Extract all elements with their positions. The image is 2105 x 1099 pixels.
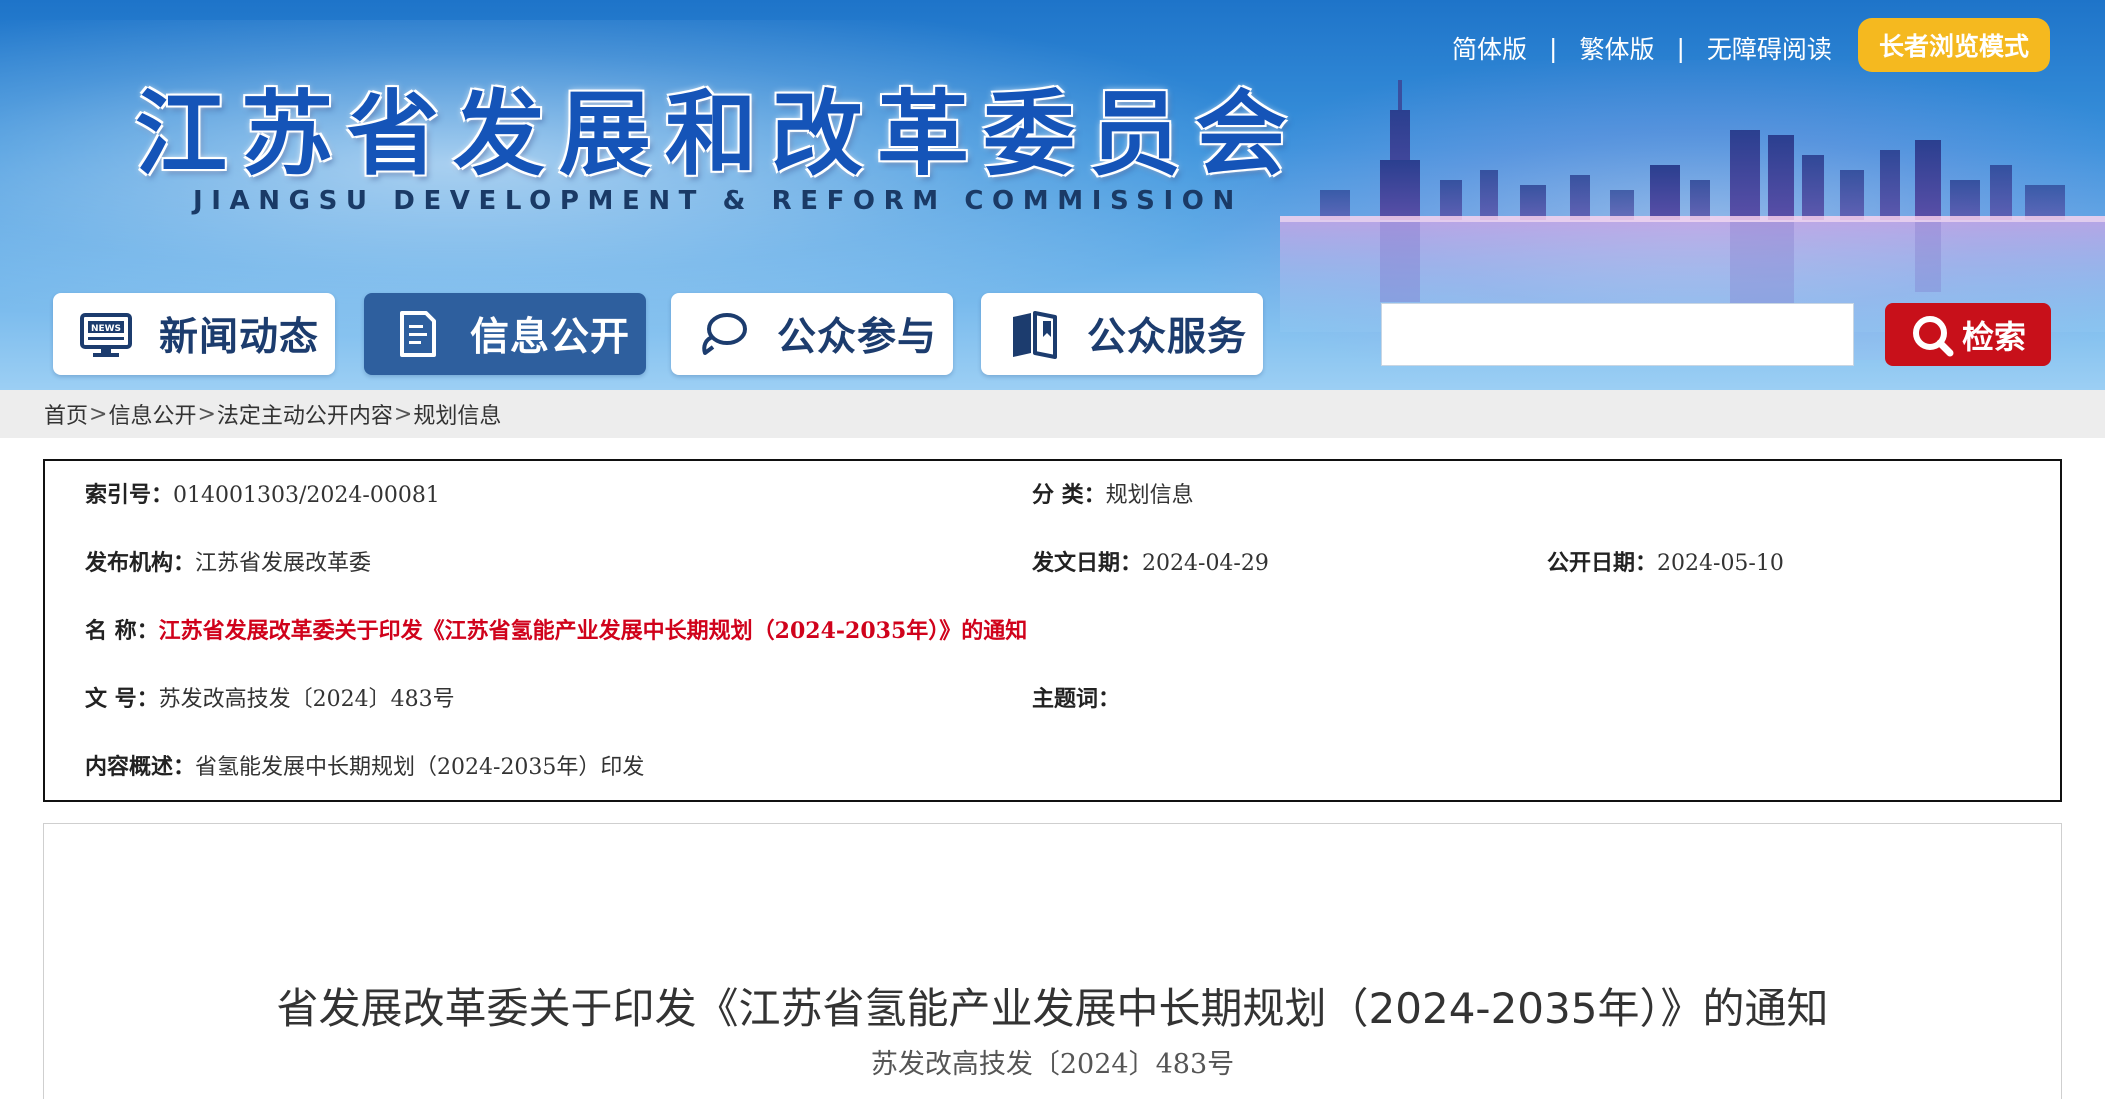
- nav-item-public-participation[interactable]: 公众参与: [671, 293, 953, 375]
- site-title: 江苏省发展和改革委员会: [135, 81, 1302, 188]
- meta-label: 名 称：: [85, 618, 159, 644]
- nav-item-info-disclosure[interactable]: 信息公开: [364, 293, 646, 375]
- meta-label: 内容概述：: [85, 754, 196, 780]
- meta-label: 文 号：: [85, 686, 159, 712]
- site-subtitle: JIANGSU DEVELOPMENT & REFORM COMMISSION: [193, 186, 1243, 216]
- meta-publisher: 发布机构：江苏省发展改革委: [85, 546, 371, 581]
- book-icon: [1013, 311, 1057, 359]
- search-icon: [1912, 315, 1954, 356]
- breadcrumb-separator: >: [197, 401, 216, 427]
- search-button[interactable]: 检索: [1885, 303, 2051, 366]
- search-button-label: 检索: [1961, 317, 2026, 356]
- breadcrumb-home[interactable]: 首页: [44, 398, 88, 430]
- nav-item-label: 公众参与: [777, 315, 938, 360]
- meta-label: 发文日期：: [1032, 550, 1143, 576]
- article-doc-number: 苏发改高技发〔2024〕483号: [870, 1049, 1235, 1080]
- meta-index-no: 索引号：014001303/2024-00081: [85, 478, 440, 513]
- article-title: 省发展改革委关于印发《江苏省氢能产业发展中长期规划（2024-2035年）》的通…: [276, 984, 1829, 1033]
- search-input[interactable]: [1381, 303, 1854, 366]
- breadcrumb: 首页 > 信息公开 > 法定主动公开内容 > 规划信息: [44, 390, 501, 438]
- meta-name: 名 称：江苏省发展改革委关于印发《江苏省氢能产业发展中长期规划（2024-203…: [85, 614, 1027, 649]
- breadcrumb-separator: >: [393, 401, 413, 427]
- link-separator: |: [1676, 33, 1685, 63]
- meta-keywords: 主题词：: [1032, 682, 1120, 717]
- nav-item-label: 新闻动态: [159, 315, 320, 360]
- breadcrumb-separator: >: [89, 401, 108, 427]
- nav-item-public-service[interactable]: 公众服务: [981, 293, 1263, 375]
- chat-icon: [702, 313, 747, 355]
- news-icon: NEWS: [80, 313, 132, 357]
- meta-value: 省氢能发展中长期规划（2024-2035年）印发: [195, 755, 645, 780]
- link-separator: |: [1549, 33, 1558, 63]
- meta-value: 江苏省发展改革委: [195, 551, 372, 576]
- top-links: 简体版 | 繁体版 | 无障碍阅读: [1452, 28, 1832, 68]
- meta-doc-no: 文 号：苏发改高技发〔2024〕483号: [85, 682, 455, 717]
- elder-mode-button[interactable]: 长者浏览模式: [1858, 18, 2050, 72]
- breadcrumb-statutory-content[interactable]: 法定主动公开内容: [217, 398, 393, 430]
- meta-label: 公开日期：: [1547, 550, 1658, 576]
- traditional-chinese-link[interactable]: 繁体版: [1579, 30, 1654, 66]
- meta-public-date: 公开日期：2024-05-10: [1547, 546, 1784, 581]
- meta-issue-date: 发文日期：2024-04-29: [1032, 546, 1269, 581]
- breadcrumb-info-disclosure[interactable]: 信息公开: [108, 398, 196, 430]
- meta-label: 分 类：: [1032, 482, 1106, 508]
- nav-item-label: 信息公开: [470, 315, 631, 360]
- meta-label: 发布机构：: [85, 550, 196, 576]
- accessible-reading-link[interactable]: 无障碍阅读: [1707, 30, 1832, 66]
- meta-label: 索引号：: [85, 482, 174, 508]
- meta-label: 主题词：: [1032, 686, 1121, 712]
- meta-value: 014001303/2024-00081: [173, 483, 440, 508]
- svg-text:NEWS: NEWS: [91, 324, 121, 334]
- meta-value: 江苏省发展改革委关于印发《江苏省氢能产业发展中长期规划（2024-2035年）》…: [158, 618, 1028, 644]
- meta-category: 分 类：规划信息: [1032, 478, 1194, 513]
- meta-summary: 内容概述：省氢能发展中长期规划（2024-2035年）印发: [85, 750, 644, 785]
- meta-value: 2024-04-29: [1142, 551, 1269, 576]
- document-icon: [400, 311, 436, 357]
- city-skyline-image: [1280, 80, 2105, 332]
- nav-item-news[interactable]: NEWS 新闻动态: [53, 293, 335, 375]
- breadcrumb-planning-info[interactable]: 规划信息: [413, 398, 501, 430]
- meta-value: 规划信息: [1105, 483, 1194, 508]
- meta-value: 2024-05-10: [1657, 551, 1784, 576]
- meta-value: 苏发改高技发〔2024〕483号: [158, 687, 455, 712]
- simplified-chinese-link[interactable]: 简体版: [1452, 30, 1527, 66]
- nav-item-label: 公众服务: [1087, 315, 1248, 360]
